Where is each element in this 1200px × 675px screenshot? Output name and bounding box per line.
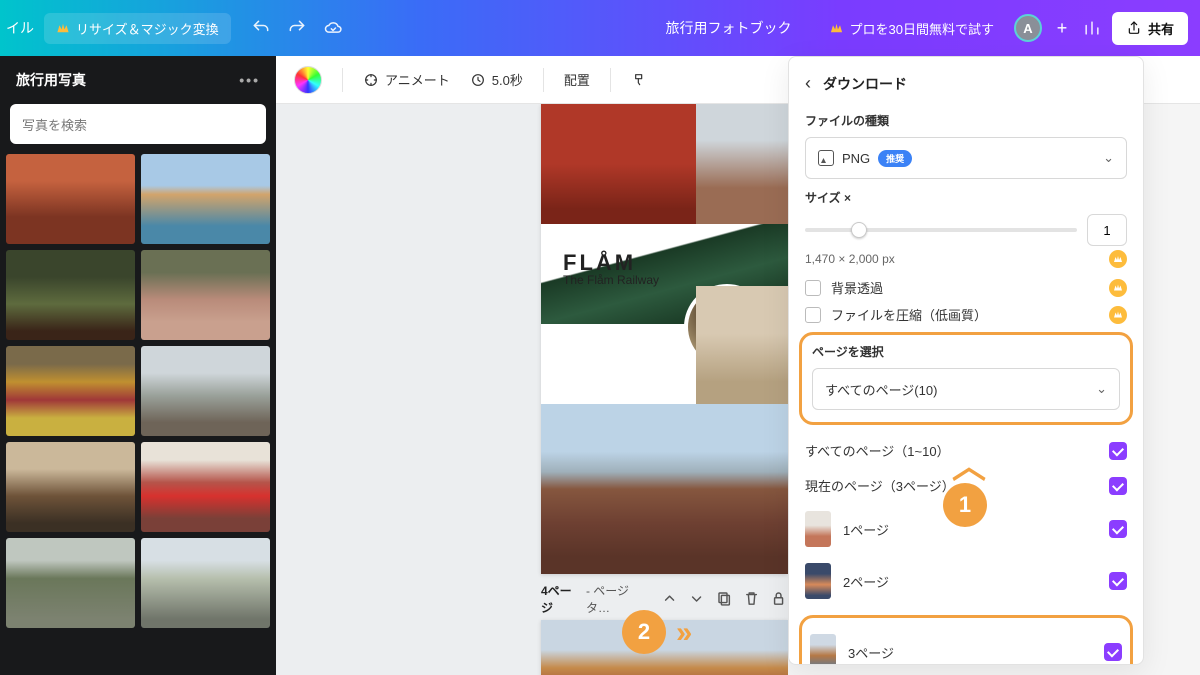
clock-icon: [470, 72, 486, 88]
animate-button[interactable]: アニメート: [363, 70, 450, 89]
size-value-input[interactable]: 1: [1087, 214, 1127, 246]
share-icon: [1126, 20, 1142, 36]
left-photos-panel: 旅行用写真 ••• 写真を検索 ◂: [0, 56, 276, 675]
photo-thumb[interactable]: [141, 250, 270, 340]
page-select-dropdown[interactable]: すべてのページ(10) ⌄: [812, 368, 1120, 410]
search-input[interactable]: 写真を検索: [10, 104, 266, 144]
try-pro-label: プロを30日間無料で試す: [850, 19, 994, 38]
top-bar: イル リサイズ＆マジック変換 旅行用フォトブック プロを30日間無料で試す A …: [0, 0, 1200, 56]
photo-thumb[interactable]: [6, 250, 135, 340]
dimensions-text: 1,470 × 2,000 px: [805, 252, 895, 266]
page-option[interactable]: 2ページ: [805, 563, 1127, 599]
back-icon[interactable]: ‹: [805, 73, 811, 94]
photo-thumb[interactable]: [141, 346, 270, 436]
photo-thumb[interactable]: [141, 442, 270, 532]
crown-icon: [56, 21, 70, 35]
style-copy-icon[interactable]: [631, 72, 647, 88]
crown-icon: [830, 21, 844, 35]
share-button[interactable]: 共有: [1112, 12, 1188, 45]
photo-thumb[interactable]: [6, 538, 135, 628]
animate-icon: [363, 72, 379, 88]
add-member-button[interactable]: +: [1052, 18, 1072, 38]
photo-thumb[interactable]: [6, 154, 135, 244]
avatar[interactable]: A: [1014, 14, 1042, 42]
photo-thumb[interactable]: [141, 538, 270, 628]
photo-thumbnails: [0, 154, 276, 628]
image-file-icon: [818, 150, 834, 166]
checked-icon[interactable]: [1109, 477, 1127, 495]
page-thumb-icon: [810, 634, 836, 665]
try-pro-button[interactable]: プロを30日間無料で試す: [820, 13, 1004, 44]
compress-file-option[interactable]: ファイルを圧縮（低画質）: [805, 305, 1127, 324]
sign-text-small: The Flåm Railway: [563, 273, 659, 287]
page-thumb-icon: [805, 563, 831, 599]
collage-photo[interactable]: [696, 104, 788, 224]
document-title[interactable]: 旅行用フォトブック: [666, 18, 792, 38]
chevron-down-icon: ⌄: [1103, 150, 1114, 166]
share-label: 共有: [1148, 19, 1174, 38]
page-option[interactable]: 3ページ: [810, 634, 1122, 665]
collage-photo[interactable]: [541, 404, 788, 574]
pro-feature-icon: [1109, 279, 1127, 297]
insights-icon[interactable]: [1082, 18, 1102, 38]
annotation-right-arrow-icon: › ›: [676, 616, 686, 650]
transparent-bg-option[interactable]: 背景透過: [805, 278, 1127, 297]
page-down-icon[interactable]: [687, 588, 706, 610]
page-number-label: 4ページ: [541, 582, 578, 616]
search-placeholder: 写真を検索: [22, 115, 87, 134]
pro-feature-icon: [1109, 250, 1127, 268]
resize-magic-label: リサイズ＆マジック変換: [76, 19, 219, 38]
duration-button[interactable]: 5.0秒: [470, 70, 523, 89]
page-preview[interactable]: FLÅM The Flåm Railway: [541, 104, 788, 574]
annotation-badge-2: 2: [622, 610, 666, 654]
undo-icon[interactable]: [251, 18, 271, 38]
photo-thumb[interactable]: [141, 154, 270, 244]
page-select-section: ページを選択 すべてのページ(10) ⌄: [799, 332, 1133, 425]
page-select-label: ページを選択: [812, 343, 1120, 360]
panel-title: 旅行用写真: [16, 70, 86, 90]
checked-icon[interactable]: [1109, 442, 1127, 460]
annotation-badge-1: 1: [943, 483, 987, 527]
size-label: サイズ ×: [805, 189, 1127, 206]
download-panel: ‹ ダウンロード ファイルの種類 PNG 推奨 ⌄ サイズ × 1 1,470 …: [788, 56, 1144, 665]
size-slider[interactable]: [805, 228, 1077, 232]
page-thumb-icon: [805, 511, 831, 547]
file-type-label: ファイルの種類: [805, 112, 1127, 129]
chevron-down-icon: ⌄: [1096, 381, 1107, 397]
duplicate-page-icon[interactable]: [715, 588, 734, 610]
recommended-badge: 推奨: [878, 150, 912, 167]
done-section: 3ページ 完了: [799, 615, 1133, 665]
checked-icon[interactable]: [1104, 643, 1122, 661]
page-up-icon[interactable]: [660, 588, 679, 610]
photo-thumb[interactable]: [6, 442, 135, 532]
canvas-area[interactable]: FLÅM The Flåm Railway 4ページ - ページタ…: [276, 104, 788, 675]
file-type-select[interactable]: PNG 推奨 ⌄: [805, 137, 1127, 179]
cloud-sync-icon[interactable]: [323, 18, 343, 38]
lock-page-icon[interactable]: [769, 588, 788, 610]
slider-knob[interactable]: [851, 222, 867, 238]
page-select-value: すべてのページ(10): [825, 380, 937, 399]
checkbox-icon[interactable]: [805, 280, 821, 296]
download-title: ダウンロード: [823, 74, 907, 94]
file-type-value: PNG: [842, 151, 870, 166]
redo-icon[interactable]: [287, 18, 307, 38]
panel-more-icon[interactable]: •••: [239, 72, 260, 88]
checked-icon[interactable]: [1109, 520, 1127, 538]
position-button[interactable]: 配置: [564, 70, 590, 89]
collage-photo[interactable]: [696, 286, 788, 406]
checkbox-icon[interactable]: [805, 307, 821, 323]
page-strip: 4ページ - ページタ…: [541, 584, 788, 614]
color-picker-button[interactable]: [294, 66, 322, 94]
delete-page-icon[interactable]: [742, 588, 761, 610]
photo-thumb[interactable]: [6, 346, 135, 436]
checked-icon[interactable]: [1109, 572, 1127, 590]
pro-feature-icon: [1109, 306, 1127, 324]
file-menu-truncated[interactable]: イル: [6, 18, 34, 38]
resize-magic-button[interactable]: リサイズ＆マジック変換: [44, 13, 231, 44]
